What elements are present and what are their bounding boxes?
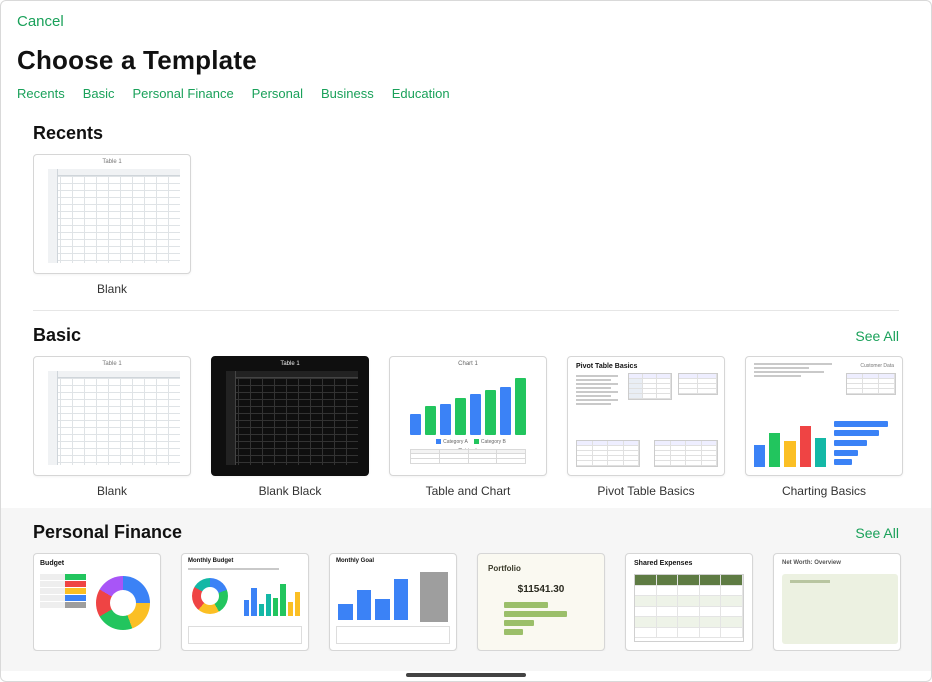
- thumbnail: Monthly Budget: [181, 553, 309, 651]
- tab-education[interactable]: Education: [392, 86, 450, 101]
- thumbnail: Table 1: [33, 356, 191, 476]
- thumbnail: Net Worth: Overview: [773, 553, 901, 651]
- heading: Shared Expenses: [634, 560, 692, 567]
- tab-personal-finance[interactable]: Personal Finance: [133, 86, 234, 101]
- home-indicator: [406, 673, 526, 677]
- template-table-and-chart[interactable]: Chart 1 Category ACategory B Table 1: [389, 356, 547, 498]
- heading: Monthly Budget: [188, 558, 233, 564]
- template-label: Blank: [97, 484, 127, 498]
- template-label: Blank Black: [259, 484, 322, 498]
- see-all-personal-finance[interactable]: See All: [855, 525, 899, 541]
- template-shared-expenses[interactable]: Shared Expenses: [625, 553, 753, 651]
- template-blank[interactable]: Table 1 Blank: [33, 356, 191, 498]
- heading: Portfolio: [488, 564, 521, 573]
- template-pivot-table-basics[interactable]: Pivot Table Basics: [567, 356, 725, 498]
- thumbnail: Table 1: [33, 154, 191, 274]
- thumbnail: Chart 1 Category ACategory B Table 1: [389, 356, 547, 476]
- see-all-basic[interactable]: See All: [855, 328, 899, 344]
- template-monthly-goal[interactable]: Monthly Goal: [329, 553, 457, 651]
- thumbnail: Budget: [33, 553, 161, 651]
- template-label: Table and Chart: [426, 484, 511, 498]
- cancel-button[interactable]: Cancel: [17, 13, 64, 30]
- tab-recents[interactable]: Recents: [17, 86, 65, 101]
- chart-title: Chart 1: [390, 361, 546, 367]
- template-label: Charting Basics: [782, 484, 866, 498]
- mini-title: Customer Data: [860, 363, 894, 369]
- section-title-recents: Recents: [33, 123, 103, 144]
- heading: Pivot Table Basics: [576, 363, 637, 370]
- sheet-title: Table 1: [34, 361, 190, 367]
- category-tabs: Recents Basic Personal Finance Personal …: [1, 86, 931, 109]
- sheet-title: Table 1: [34, 159, 190, 165]
- heading: Net Worth: Overview: [782, 560, 841, 566]
- tab-basic[interactable]: Basic: [83, 86, 115, 101]
- donut-chart-icon: [96, 576, 150, 630]
- template-monthly-budget[interactable]: Monthly Budget: [181, 553, 309, 651]
- total-value: $11541.30: [478, 584, 604, 595]
- thumbnail: Monthly Goal: [329, 553, 457, 651]
- template-budget[interactable]: Budget: [33, 553, 161, 651]
- template-charting-basics[interactable]: Customer Data: [745, 356, 903, 498]
- section-title-personal-finance: Personal Finance: [33, 522, 182, 543]
- legend: Category ACategory B: [390, 439, 546, 445]
- template-label: Blank: [97, 282, 127, 296]
- donut-chart-icon: [192, 578, 228, 614]
- thumbnail: Table 1: [211, 356, 369, 476]
- thumbnail: Shared Expenses: [625, 553, 753, 651]
- heading: Budget: [40, 560, 64, 567]
- bar-chart-icon: [420, 572, 448, 622]
- template-label: Pivot Table Basics: [597, 484, 694, 498]
- thumbnail: Customer Data: [745, 356, 903, 476]
- template-blank-black[interactable]: Table 1 Blank Black: [211, 356, 369, 498]
- thumbnail: Portfolio $11541.30: [477, 553, 605, 651]
- tab-business[interactable]: Business: [321, 86, 374, 101]
- section-title-basic: Basic: [33, 325, 81, 346]
- thumbnail: Pivot Table Basics: [567, 356, 725, 476]
- template-portfolio[interactable]: Portfolio $11541.30: [477, 553, 605, 651]
- template-blank[interactable]: Table 1 Blank: [33, 154, 191, 296]
- template-net-worth[interactable]: Net Worth: Overview: [773, 553, 901, 651]
- sheet-title: Table 1: [212, 361, 368, 367]
- heading: Monthly Goal: [336, 558, 374, 564]
- page-title: Choose a Template: [17, 45, 931, 76]
- tab-personal[interactable]: Personal: [252, 86, 303, 101]
